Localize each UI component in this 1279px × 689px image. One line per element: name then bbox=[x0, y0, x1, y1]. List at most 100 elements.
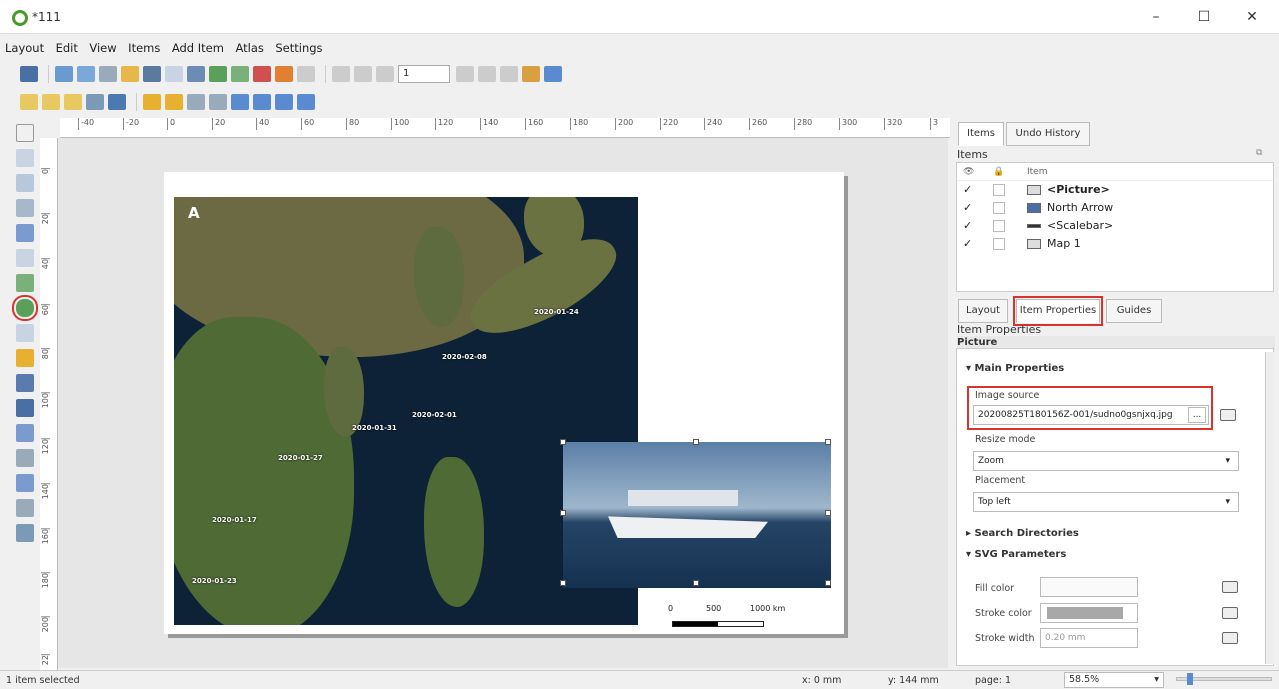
lower-items-icon[interactable] bbox=[253, 94, 271, 110]
resize-handle[interactable] bbox=[560, 510, 566, 516]
tab-layout[interactable]: Layout bbox=[958, 299, 1008, 323]
menu-atlas[interactable]: Atlas bbox=[235, 38, 263, 58]
add-marker-icon[interactable] bbox=[16, 449, 34, 467]
zoom-slider[interactable] bbox=[1176, 673, 1272, 685]
menu-settings[interactable]: Settings bbox=[275, 38, 322, 58]
item-row-map[interactable]: ✓ Map 1 bbox=[957, 235, 1273, 253]
resize-handle[interactable] bbox=[825, 510, 831, 516]
add-polyline-icon[interactable] bbox=[16, 474, 34, 492]
add-picture-icon[interactable] bbox=[12, 295, 38, 321]
zoom-full-icon[interactable] bbox=[64, 94, 82, 110]
add-shape-icon[interactable] bbox=[16, 424, 34, 442]
resize-mode-select[interactable]: Zoom ▾ bbox=[973, 451, 1239, 471]
zoom-slider-handle[interactable] bbox=[1187, 673, 1193, 685]
panel-float-icon[interactable]: ⧉ bbox=[1256, 148, 1262, 158]
lock-checkbox[interactable] bbox=[993, 238, 1005, 250]
ungroup-items-icon[interactable] bbox=[209, 94, 227, 110]
align-items-icon[interactable] bbox=[275, 94, 293, 110]
add-map-icon[interactable] bbox=[16, 249, 34, 267]
resize-handle[interactable] bbox=[825, 439, 831, 445]
lock-checkbox[interactable] bbox=[993, 184, 1005, 196]
menu-edit[interactable]: Edit bbox=[56, 38, 78, 58]
group-items-icon[interactable] bbox=[187, 94, 205, 110]
undo-icon[interactable] bbox=[275, 66, 293, 82]
scalebar[interactable] bbox=[672, 621, 764, 627]
zoom-out-icon[interactable] bbox=[42, 94, 60, 110]
menu-view[interactable]: View bbox=[89, 38, 116, 58]
save-template-icon[interactable] bbox=[143, 66, 161, 82]
edit-nodes-icon[interactable] bbox=[16, 224, 34, 242]
resize-handle[interactable] bbox=[693, 439, 699, 445]
resize-handle[interactable] bbox=[693, 580, 699, 586]
menu-layout[interactable]: Layout bbox=[5, 38, 44, 58]
fill-color-button[interactable] bbox=[1040, 577, 1138, 597]
zoom-combo[interactable]: 58.5% ▾ bbox=[1064, 672, 1164, 688]
resize-handle[interactable] bbox=[825, 580, 831, 586]
data-defined-override-icon[interactable] bbox=[1222, 632, 1238, 644]
tab-items[interactable]: Items bbox=[958, 122, 1004, 146]
distribute-items-icon[interactable] bbox=[297, 94, 315, 110]
pan-icon[interactable] bbox=[16, 124, 34, 142]
page-setup-icon[interactable] bbox=[165, 66, 183, 82]
select-move-icon[interactable] bbox=[16, 174, 34, 192]
item-row-picture[interactable]: ✓ <Picture> bbox=[957, 181, 1273, 199]
data-defined-override-icon[interactable] bbox=[1222, 607, 1238, 619]
export-svg-icon[interactable] bbox=[231, 66, 249, 82]
maximize-button[interactable]: ☐ bbox=[1186, 6, 1222, 28]
north-arrow-icon[interactable]: A bbox=[188, 204, 200, 222]
add-3d-map-icon[interactable] bbox=[16, 274, 34, 292]
add-scalebar-icon[interactable] bbox=[16, 374, 34, 392]
svg-parameters-section[interactable]: ▾ SVG Parameters bbox=[966, 549, 1066, 560]
close-button[interactable]: ✕ bbox=[1234, 6, 1270, 28]
export-atlas-icon[interactable] bbox=[544, 66, 562, 82]
redo-icon[interactable] bbox=[297, 66, 315, 82]
data-defined-override-icon[interactable] bbox=[1222, 581, 1238, 593]
resize-handle[interactable] bbox=[560, 439, 566, 445]
tab-guides[interactable]: Guides bbox=[1106, 299, 1162, 323]
add-north-arrow-icon[interactable] bbox=[16, 399, 34, 417]
stroke-width-spinbox[interactable]: 0.20 mm bbox=[1040, 628, 1138, 648]
lock-checkbox[interactable] bbox=[993, 220, 1005, 232]
visibility-checkbox[interactable]: ✓ bbox=[963, 181, 972, 199]
menu-items[interactable]: Items bbox=[128, 38, 160, 58]
item-row-north-arrow[interactable]: ✓ North Arrow bbox=[957, 199, 1273, 217]
visibility-checkbox[interactable]: ✓ bbox=[963, 235, 972, 253]
properties-scrollbar[interactable] bbox=[1265, 352, 1274, 664]
placement-select[interactable]: Top left ▾ bbox=[973, 492, 1239, 512]
zoom-actual-icon[interactable] bbox=[86, 94, 104, 110]
print-atlas-icon[interactable] bbox=[500, 66, 518, 82]
print-icon[interactable] bbox=[187, 66, 205, 82]
export-image-icon[interactable] bbox=[209, 66, 227, 82]
open-template-icon[interactable] bbox=[121, 66, 139, 82]
previous-feature-icon[interactable] bbox=[376, 66, 394, 82]
main-properties-section[interactable]: ▾ Main Properties bbox=[966, 363, 1064, 374]
atlas-preview-icon[interactable] bbox=[332, 66, 350, 82]
last-feature-icon[interactable] bbox=[478, 66, 496, 82]
visibility-checkbox[interactable]: ✓ bbox=[963, 217, 972, 235]
add-label-icon[interactable] bbox=[16, 324, 34, 342]
tab-undo-history[interactable]: Undo History bbox=[1006, 122, 1090, 146]
menu-add-item[interactable]: Add Item bbox=[172, 38, 224, 58]
lock-checkbox[interactable] bbox=[993, 202, 1005, 214]
zoom-tool-icon[interactable] bbox=[16, 149, 34, 167]
data-defined-override-icon[interactable] bbox=[1220, 409, 1236, 421]
picture-item[interactable] bbox=[563, 442, 831, 588]
save-icon[interactable] bbox=[20, 66, 38, 82]
raise-items-icon[interactable] bbox=[231, 94, 249, 110]
move-content-icon[interactable] bbox=[16, 199, 34, 217]
unlock-items-icon[interactable] bbox=[165, 94, 183, 110]
search-directories-section[interactable]: ▸ Search Directories bbox=[966, 528, 1079, 539]
atlas-page-input[interactable]: 1 bbox=[398, 65, 450, 83]
atlas-settings-icon[interactable] bbox=[522, 66, 540, 82]
minimize-button[interactable]: – bbox=[1138, 6, 1174, 28]
refresh-icon[interactable] bbox=[108, 94, 126, 110]
duplicate-layout-icon[interactable] bbox=[77, 66, 95, 82]
next-feature-icon[interactable] bbox=[456, 66, 474, 82]
first-feature-icon[interactable] bbox=[354, 66, 372, 82]
visibility-checkbox[interactable]: ✓ bbox=[963, 199, 972, 217]
zoom-in-icon[interactable] bbox=[20, 94, 38, 110]
add-html-icon[interactable] bbox=[16, 499, 34, 517]
stroke-color-button[interactable] bbox=[1040, 603, 1138, 623]
export-pdf-icon[interactable] bbox=[253, 66, 271, 82]
add-legend-icon[interactable] bbox=[16, 349, 34, 367]
